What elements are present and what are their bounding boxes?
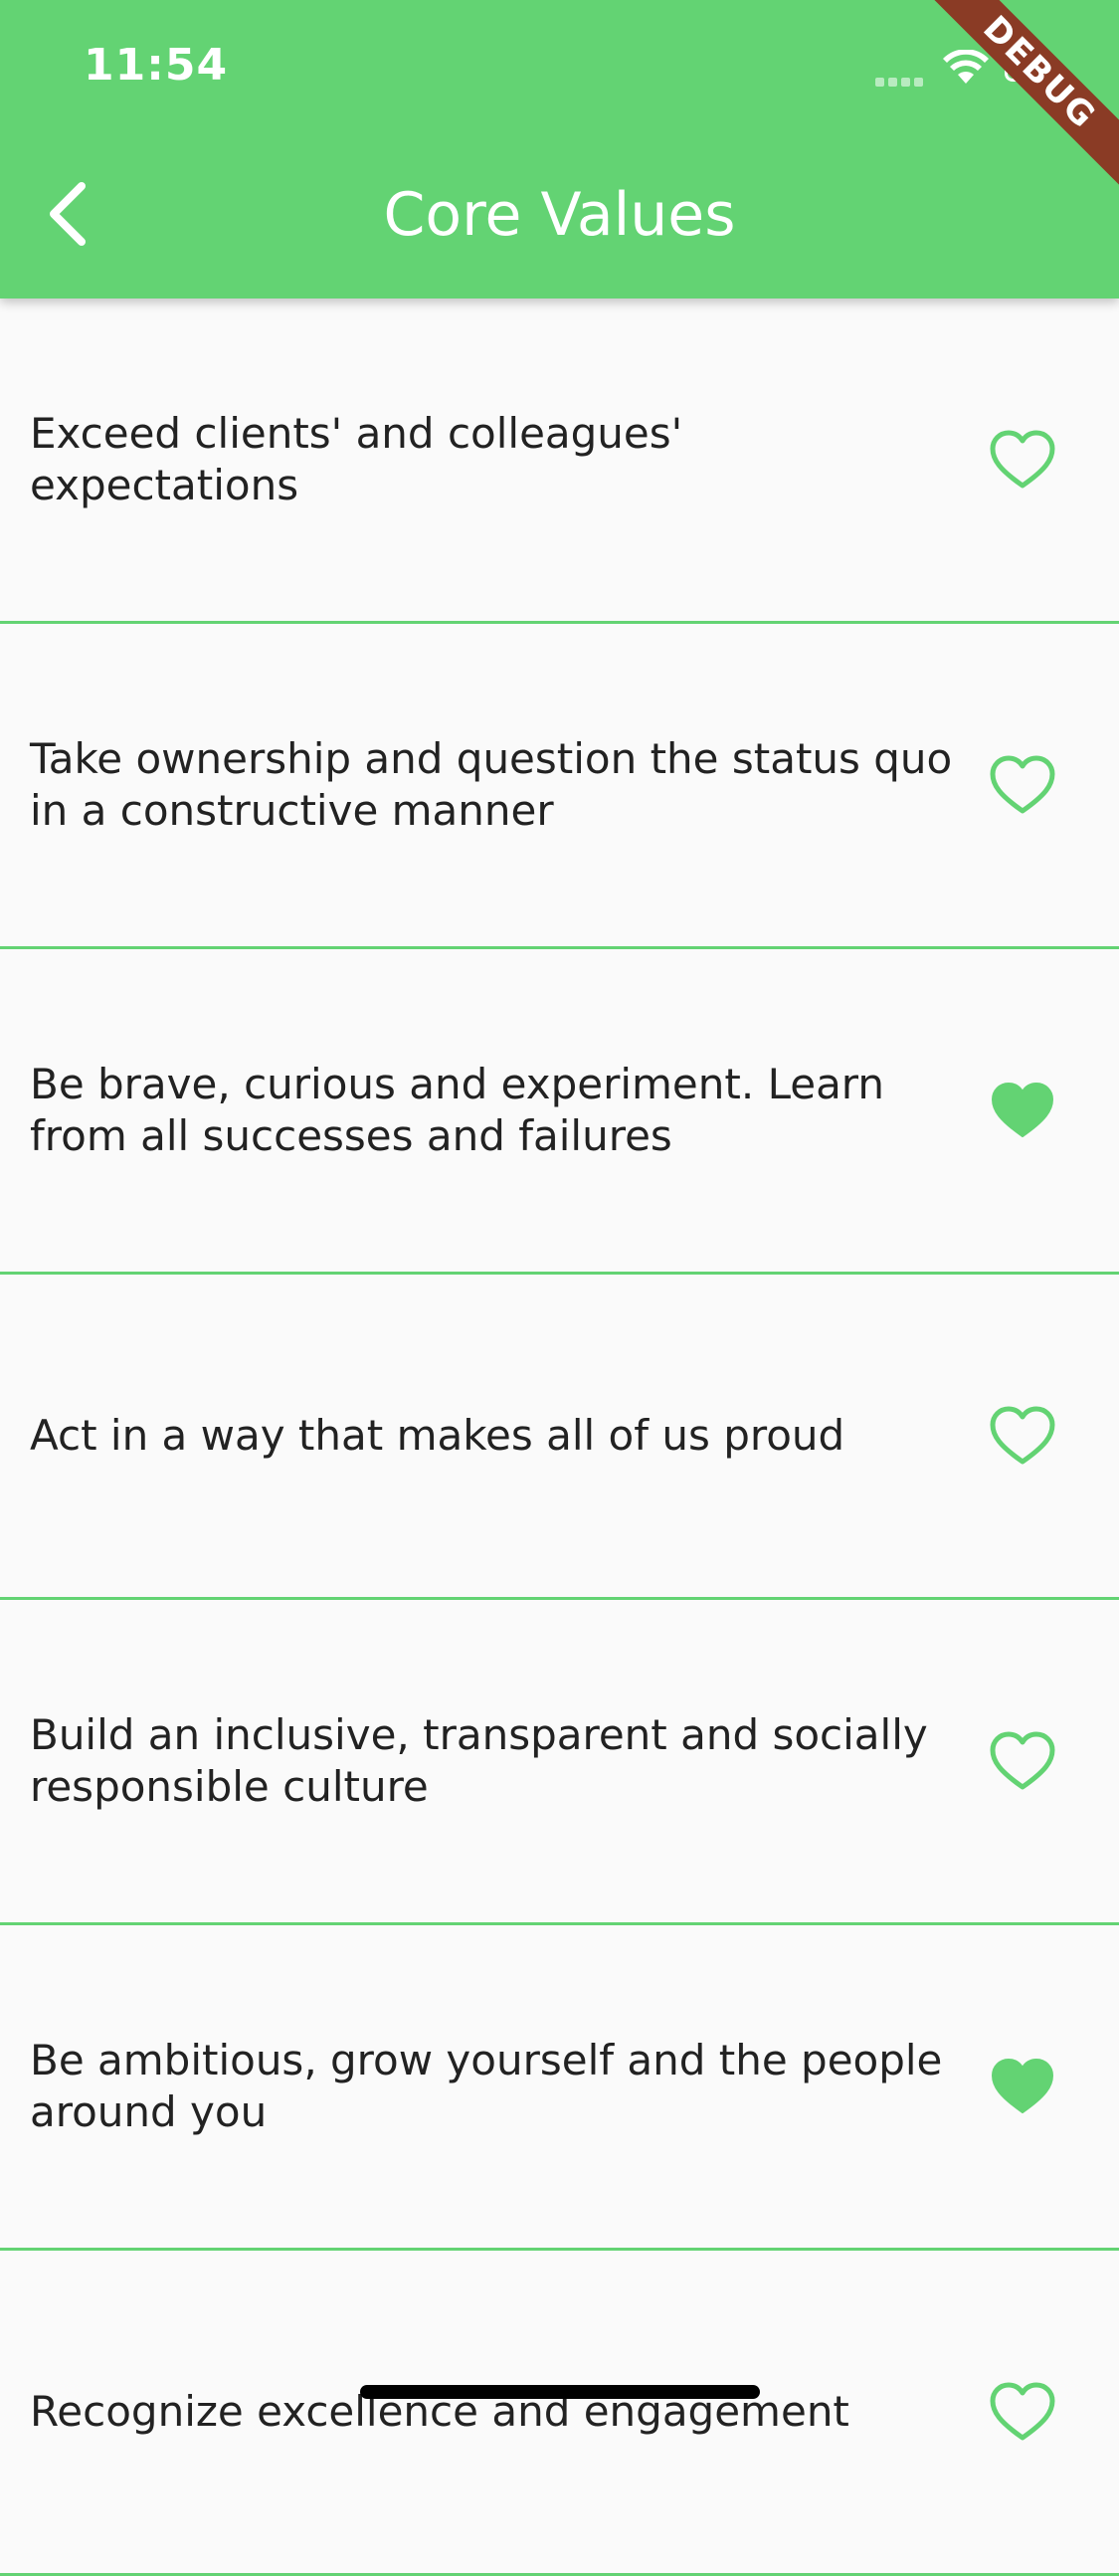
- heart-toggle-button[interactable]: [990, 2057, 1055, 2116]
- value-text: Take ownership and question the status q…: [30, 734, 953, 835]
- list-item[interactable]: Be brave, curious and experiment. Learn …: [0, 949, 1119, 1275]
- heart-outline-icon: [990, 1406, 1055, 1465]
- wifi-icon: [943, 50, 989, 84]
- list-item[interactable]: Build an inclusive, transparent and soci…: [0, 1600, 1119, 1925]
- heart-toggle-button[interactable]: [990, 430, 1055, 490]
- heart-filled-icon: [992, 1083, 1053, 1137]
- list-item[interactable]: Act in a way that makes all of us proud: [0, 1275, 1119, 1600]
- value-text: Exceed clients' and colleagues' expectat…: [30, 409, 683, 509]
- heart-outline-icon: [990, 755, 1055, 814]
- heart-toggle-button[interactable]: [990, 1406, 1055, 1466]
- list-item[interactable]: Exceed clients' and colleagues' expectat…: [0, 298, 1119, 624]
- heart-toggle-button[interactable]: [990, 1081, 1055, 1140]
- list-item[interactable]: Be ambitious, grow yourself and the peop…: [0, 1925, 1119, 2251]
- value-text: Be ambitious, grow yourself and the peop…: [30, 2036, 943, 2136]
- core-values-list: Exceed clients' and colleagues' expectat…: [0, 298, 1119, 2576]
- heart-toggle-button[interactable]: [990, 755, 1055, 815]
- list-item[interactable]: Recognize excellence and engagement: [0, 2251, 1119, 2576]
- app-bar: 11:54 Core Values: [0, 0, 1119, 298]
- heart-outline-icon: [990, 1731, 1055, 1790]
- heart-toggle-button[interactable]: [990, 1731, 1055, 1791]
- cellular-signal-icon: [875, 72, 927, 91]
- value-text: Act in a way that makes all of us proud: [30, 1411, 845, 1460]
- home-indicator[interactable]: [360, 2385, 760, 2399]
- heart-toggle-button[interactable]: [990, 2382, 1055, 2442]
- value-text: Be brave, curious and experiment. Learn …: [30, 1060, 884, 1160]
- heart-outline-icon: [990, 430, 1055, 489]
- heart-filled-icon: [992, 2059, 1053, 2113]
- heart-outline-icon: [990, 2382, 1055, 2441]
- value-text: Build an inclusive, transparent and soci…: [30, 1710, 928, 1811]
- page-title: Core Values: [383, 180, 736, 250]
- list-item[interactable]: Take ownership and question the status q…: [0, 624, 1119, 949]
- status-time: 11:54: [84, 40, 229, 91]
